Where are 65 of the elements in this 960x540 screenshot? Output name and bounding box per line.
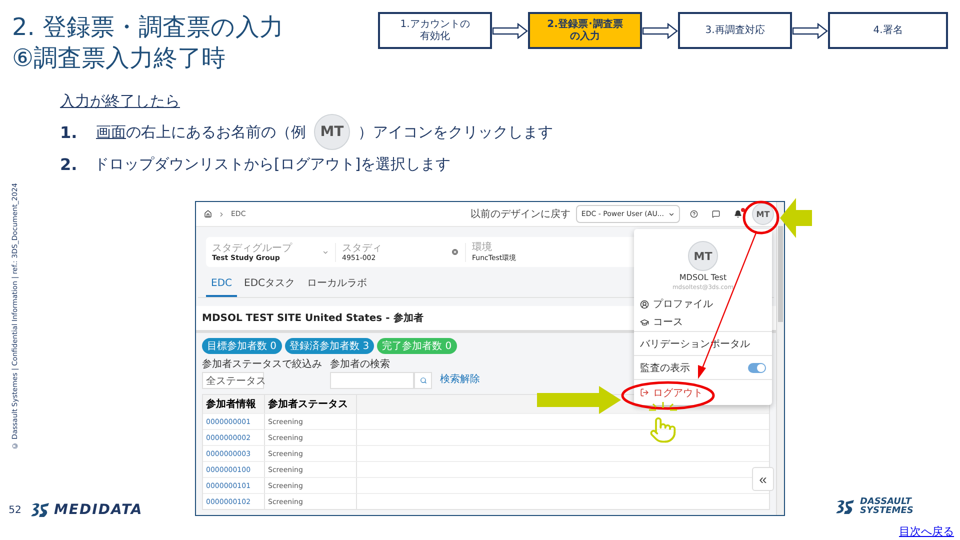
step-number: 2. [60,154,78,174]
step-arrow-icon [492,23,528,39]
highlight-ellipse [743,201,779,234]
brand-logo: DASSAULT SYSTEMES [860,498,914,516]
3ds-logo-icon [30,502,52,518]
revert-design-link[interactable]: 以前のデザインに戻す [470,207,570,221]
filter-label: スタディ [342,242,383,254]
chevron-right-icon [218,210,225,218]
screen-link[interactable]: 画面 [96,122,126,142]
instruction-heading: 入力が終了したら [60,92,180,111]
step-arrow-icon [642,23,678,39]
step-arrow-icon [792,23,828,39]
user-avatar-button[interactable]: MT [752,203,774,225]
arrow-icon [537,386,621,414]
help-icon[interactable] [690,210,698,218]
count-badge: 登録済参加者数 3 [284,338,374,354]
collapse-button[interactable]: « [752,467,774,491]
instruction-text: の右上にあるお名前の（例 [126,122,306,142]
filter-label: 参加者ステータスで絞込み [202,358,322,371]
process-step: 3.再調査対応 [678,12,792,49]
brand-logo: MEDIDATA [54,502,143,518]
instruction-text: ）アイコンをクリックします [358,122,553,142]
column-header: 参加者情報 [203,395,265,413]
tab[interactable]: ローカルラボ [302,271,372,297]
chat-icon[interactable] [712,210,720,218]
chevron-down-icon [668,210,675,218]
user-avatar: MT [688,241,718,271]
back-to-contents-link[interactable]: 目次へ戻る [899,524,954,539]
process-step: 2.登録票･調査票 の入力 [528,12,642,49]
user-avatar: MT [314,114,350,150]
toggle-switch[interactable] [748,362,766,372]
column-header: 参加者ステータス [265,395,357,413]
status-select[interactable]: 全ステータス [202,372,264,389]
arrow-icon [780,198,812,238]
menu-item[interactable]: ログアウト [634,379,772,405]
process-step: 4.署名 [828,12,948,49]
menu-item[interactable]: プロファイル [634,295,772,313]
count-badge: 完了参加者数 0 [377,338,457,354]
clear-search-link[interactable]: 検索解除 [440,372,480,386]
slide-title: ⑥調査票入力終了時 [12,43,227,74]
menu-item[interactable]: コース [634,313,772,331]
tab[interactable]: EDCタスク [239,271,300,297]
logout-icon [640,388,649,397]
page-number: 52 [8,505,22,516]
search-label: 参加者の検索 [330,358,391,371]
filter-label: スタディグループ [212,242,294,254]
slide-title: 2. 登録票・調査票の入力 [12,12,284,43]
home-icon[interactable] [204,210,212,218]
clear-icon[interactable] [451,248,459,256]
instruction-text: ドロップダウンリストから[ログアウト]を選択します [94,154,451,174]
tab[interactable]: EDC [206,271,238,297]
filter-label: 環境 [472,242,493,252]
3ds-logo-icon [835,499,857,515]
search-button[interactable] [414,372,432,389]
count-badge: 目標参加者数 0 [202,338,282,354]
chevron-down-icon [322,248,329,256]
site-title: MDSOL TEST SITE United States - 参加者 [202,312,424,325]
user-name: MDSOL Test [679,273,727,282]
notification-bell-icon[interactable] [734,210,742,218]
search-field[interactable] [330,372,414,389]
search-icon [420,377,426,384]
graduation-cap-icon [640,318,649,326]
process-step: 1.アカウントの 有効化 [378,12,492,49]
step-number: 1. [60,122,78,142]
user-icon [640,300,649,308]
